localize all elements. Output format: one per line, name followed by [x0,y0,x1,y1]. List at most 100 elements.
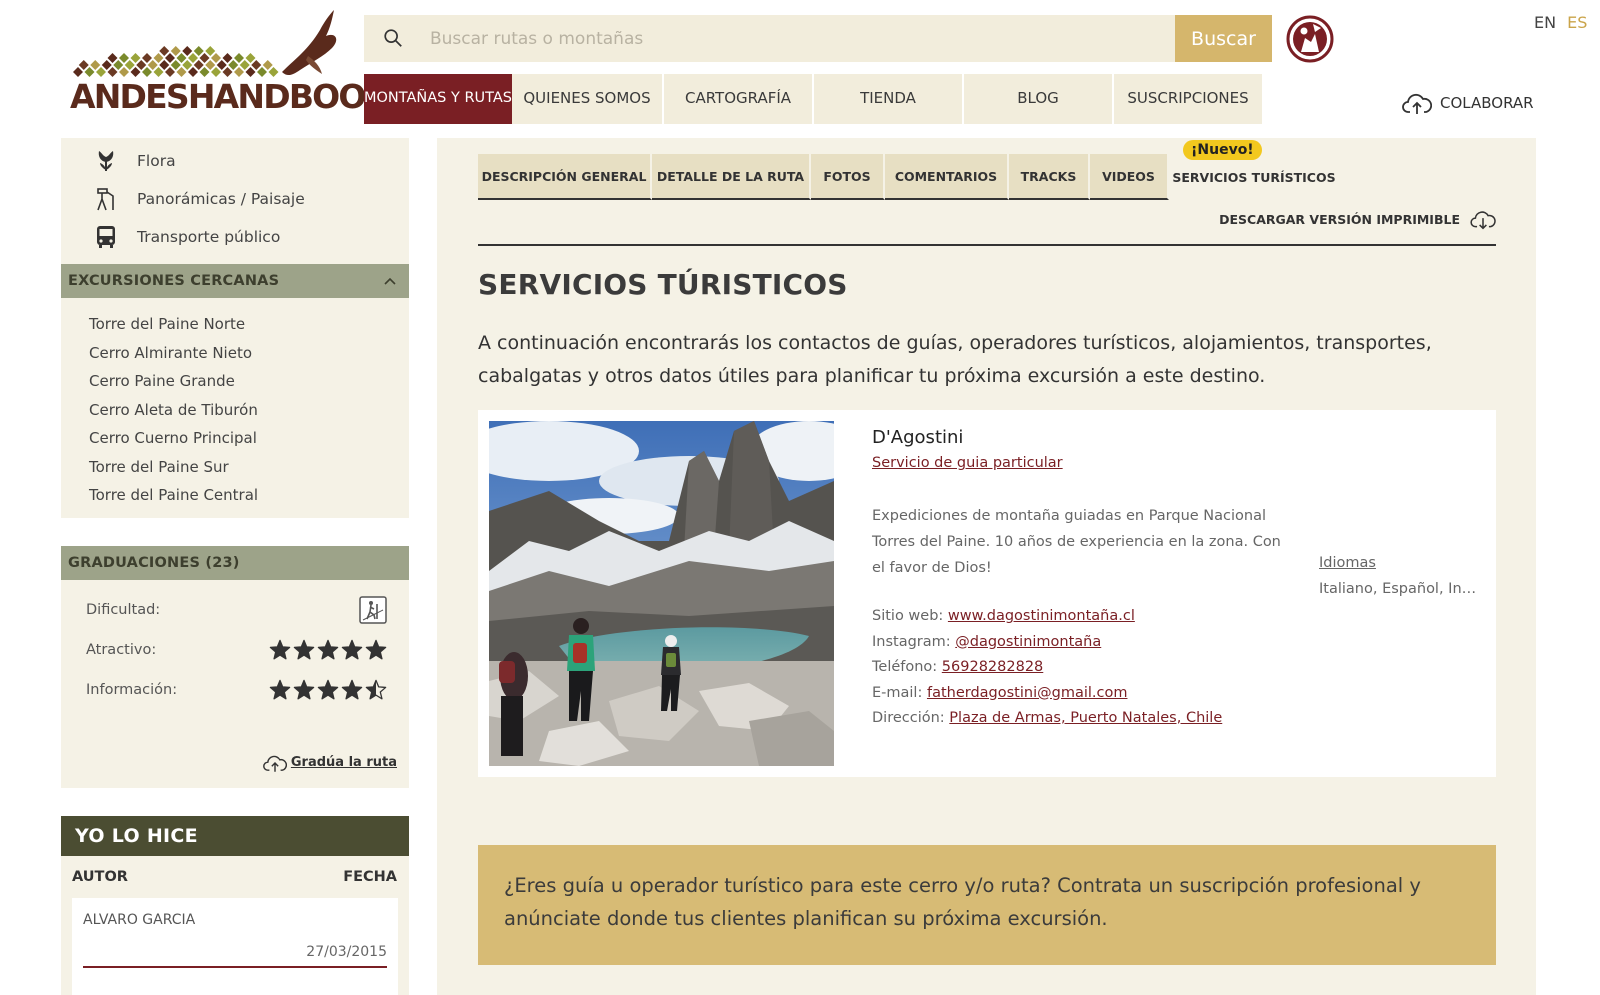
tab-comments[interactable]: COMENTARIOS [885,154,1009,200]
bus-icon [97,226,115,248]
grade-attractive: Atractivo: [86,630,387,670]
user-account-icon[interactable] [1285,14,1335,64]
search-input[interactable] [430,15,1160,62]
torres-del-paine-photo [489,421,834,766]
tab-general-description[interactable]: DESCRIPCIÓN GENERAL [478,154,652,200]
download-label: DESCARGAR VERSIÓN IMPRIMIBLE [1219,211,1460,227]
site-header: ANDESHANDBOOK Buscar EN ES MONTAÑAS Y RU… [0,0,1600,130]
feature-label: Panorámicas / Paisaje [137,190,305,208]
star-full-icon [341,639,363,659]
phone-link[interactable]: 56928282828 [942,659,1043,675]
star-full-icon [317,639,339,659]
instagram-label: Instagram: [872,633,951,650]
feature-panoramic: Panorámicas / Paisaje [93,180,409,218]
new-badge: ¡Nuevo! [1183,140,1262,160]
star-full-icon [365,639,387,659]
star-half-icon [365,679,387,699]
grades-title: GRADUACIONES (23) [68,554,240,571]
logo-wordmark: ANDESHANDBOOK [70,77,390,116]
search-icon [384,29,402,47]
intro-text: A continuación encontrarás los contactos… [478,332,1432,387]
star-full-icon [293,679,315,699]
star-full-icon [269,639,291,659]
tab-tourist-services[interactable]: ¡Nuevo! SERVICIOS TURÍSTICOS [1169,140,1341,200]
cloud-download-icon [1470,211,1496,230]
tab-route-detail[interactable]: DETALLE DE LA RUTA [652,154,811,200]
star-full-icon [293,639,315,659]
web-link[interactable]: www.dagostinimontaña.cl [948,608,1135,624]
entry-author: ALVARO GARCIA [83,911,196,928]
service-description: Expediciones de montaña guiadas en Parqu… [872,508,1281,576]
nav-store[interactable]: TIENDA [812,74,962,124]
service-card: D'Agostini Servicio de guia particular E… [478,410,1496,777]
route-features: Flora Panorámicas / Paisaje Transporte p… [61,138,409,518]
collaborate-button[interactable]: COLABORAR [1402,90,1534,116]
contact-web: Sitio web: www.dagostinimontaña.cl [872,604,1222,630]
feature-label: Transporte público [137,228,281,246]
nav-about[interactable]: QUIENES SOMOS [512,74,662,124]
sidebar: Flora Panorámicas / Paisaje Transporte p… [61,138,409,995]
contact-email: E-mail: fatherdagostini@gmail.com [872,681,1222,707]
tab-videos[interactable]: VIDEOS [1090,154,1169,200]
email-label: E-mail: [872,684,923,701]
did-it-entry[interactable]: ALVARO GARCIA 27/03/2015 [72,897,398,995]
tab-photos[interactable]: FOTOS [811,154,885,200]
nav-cartography[interactable]: CARTOGRAFÍA [662,74,812,124]
entry-divider [83,965,387,968]
nav-subscriptions[interactable]: SUSCRIPCIONES [1112,74,1262,124]
contact-instagram: Instagram: @dagostinimontaña [872,630,1222,656]
service-type-link[interactable]: Servicio de guia particular [872,455,1063,471]
nearby-item[interactable]: Cerro Paine Grande [89,367,409,396]
language-en[interactable]: EN [1534,13,1556,32]
tab-tracks[interactable]: TRACKS [1009,154,1090,200]
languages-value: Italiano, Español, Inglés [1319,581,1484,597]
service-photo[interactable] [489,421,834,766]
information-label: Información: [86,681,178,698]
search-bar: Buscar [364,15,1272,62]
cloud-upload-icon [262,755,287,772]
section-title: SERVICIOS TÚRISTICOS [478,268,848,301]
download-printable-button[interactable]: DESCARGAR VERSIÓN IMPRIMIBLE [1219,208,1496,230]
languages-label: Idiomas [1319,555,1376,571]
col-date: FECHA [343,868,397,885]
service-contacts: Sitio web: www.dagostinimontaña.cl Insta… [872,604,1222,732]
flower-icon [98,151,114,171]
nearby-excursions-header[interactable]: EXCURSIONES CERCANAS [61,264,409,298]
feature-flora: Flora [93,142,409,180]
nearby-excursions-title: EXCURSIONES CERCANAS [68,273,280,289]
nearby-item[interactable]: Cerro Aleta de Tiburón [89,396,409,425]
nearby-item[interactable]: Torre del Paine Central [89,481,409,510]
nearby-item[interactable]: Torre del Paine Norte [89,310,409,339]
pro-subscription-banner[interactable]: ¿Eres guía u operador turístico para est… [478,845,1496,965]
email-link[interactable]: fatherdagostini@gmail.com [927,685,1128,701]
nearby-item[interactable]: Cerro Cuerno Principal [89,424,409,453]
language-switcher: EN ES [1528,13,1587,32]
grade-difficulty: Dificultad: [86,590,387,630]
grade-information: Información: [86,670,387,710]
attractive-label: Atractivo: [86,641,157,658]
main-nav: MONTAÑAS Y RUTAS QUIENES SOMOS CARTOGRAF… [364,74,1262,124]
difficulty-label: Dificultad: [86,601,161,618]
nearby-item[interactable]: Cerro Almirante Nieto [89,339,409,368]
nearby-excursions-list: Torre del Paine Norte Cerro Almirante Ni… [61,298,409,518]
instagram-link[interactable]: @dagostinimontaña [955,634,1101,650]
col-author: AUTOR [72,868,128,885]
feature-label: Flora [137,152,176,170]
contact-address: Dirección: Plaza de Armas, Puerto Natale… [872,706,1222,732]
cloud-upload-icon [1402,93,1432,114]
grade-route-link[interactable]: Gradúa la ruta [262,752,397,774]
did-it-panel: YO LO HICE AUTOR FECHA ALVARO GARCIA 27/… [61,815,409,995]
entry-date: 27/03/2015 [306,943,387,960]
nav-blog[interactable]: BLOG [962,74,1112,124]
information-stars [269,679,387,701]
search-button[interactable]: Buscar [1175,15,1272,62]
phone-label: Teléfono: [872,659,938,675]
andeshandbook-logo[interactable]: ANDESHANDBOOK [68,10,390,120]
address-link[interactable]: Plaza de Armas, Puerto Natales, Chile [949,710,1222,726]
language-es[interactable]: ES [1567,13,1587,32]
nav-mountains-routes[interactable]: MONTAÑAS Y RUTAS [364,74,512,124]
chevron-up-icon[interactable] [383,276,397,286]
languages-link[interactable]: Idiomas [1319,555,1376,571]
web-label: Sitio web: [872,608,944,624]
nearby-item[interactable]: Torre del Paine Sur [89,453,409,482]
